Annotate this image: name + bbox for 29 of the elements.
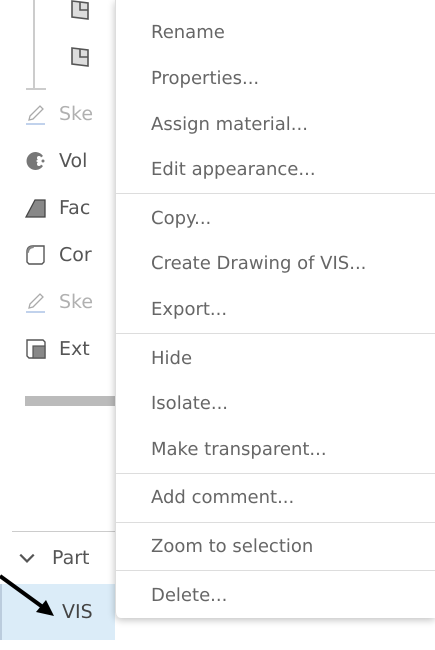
feature-label[interactable]: Ext — [59, 338, 90, 360]
feature-label[interactable]: Vol — [59, 150, 88, 172]
menu-item[interactable]: Add comment... — [116, 475, 435, 521]
menu-item[interactable]: Rename — [116, 10, 435, 56]
menu-item[interactable]: Zoom to selection — [116, 524, 435, 570]
feature-label[interactable]: Fac — [59, 196, 90, 218]
menu-item[interactable]: Export... — [116, 286, 435, 332]
revolve-icon — [25, 150, 47, 172]
plane-icon — [70, 46, 92, 68]
extrude-icon — [25, 338, 47, 360]
pencil-icon — [25, 102, 47, 124]
section-label: Part — [52, 547, 90, 569]
menu-item[interactable]: Isolate... — [116, 380, 435, 426]
menu-item[interactable]: Delete... — [116, 572, 435, 618]
pencil-icon — [25, 290, 47, 312]
scrollbar[interactable] — [25, 396, 115, 406]
part-item[interactable]: VIS — [0, 584, 115, 640]
menu-item[interactable]: Properties... — [116, 56, 435, 102]
fillet-icon — [25, 244, 47, 266]
menu-item[interactable]: Make transparent... — [116, 426, 435, 472]
menu-item[interactable]: Create Drawing of VIS... — [116, 241, 435, 287]
menu-item[interactable]: Hide — [116, 335, 435, 381]
menu-item[interactable]: Copy... — [116, 195, 435, 242]
menu-item[interactable]: Assign material... — [116, 101, 435, 147]
feature-label[interactable]: Cor — [59, 244, 92, 266]
plane-icon — [70, 0, 92, 20]
menu-item[interactable]: Edit appearance... — [116, 146, 435, 192]
chevron-icon[interactable] — [18, 552, 36, 564]
wedge-icon — [25, 196, 47, 218]
